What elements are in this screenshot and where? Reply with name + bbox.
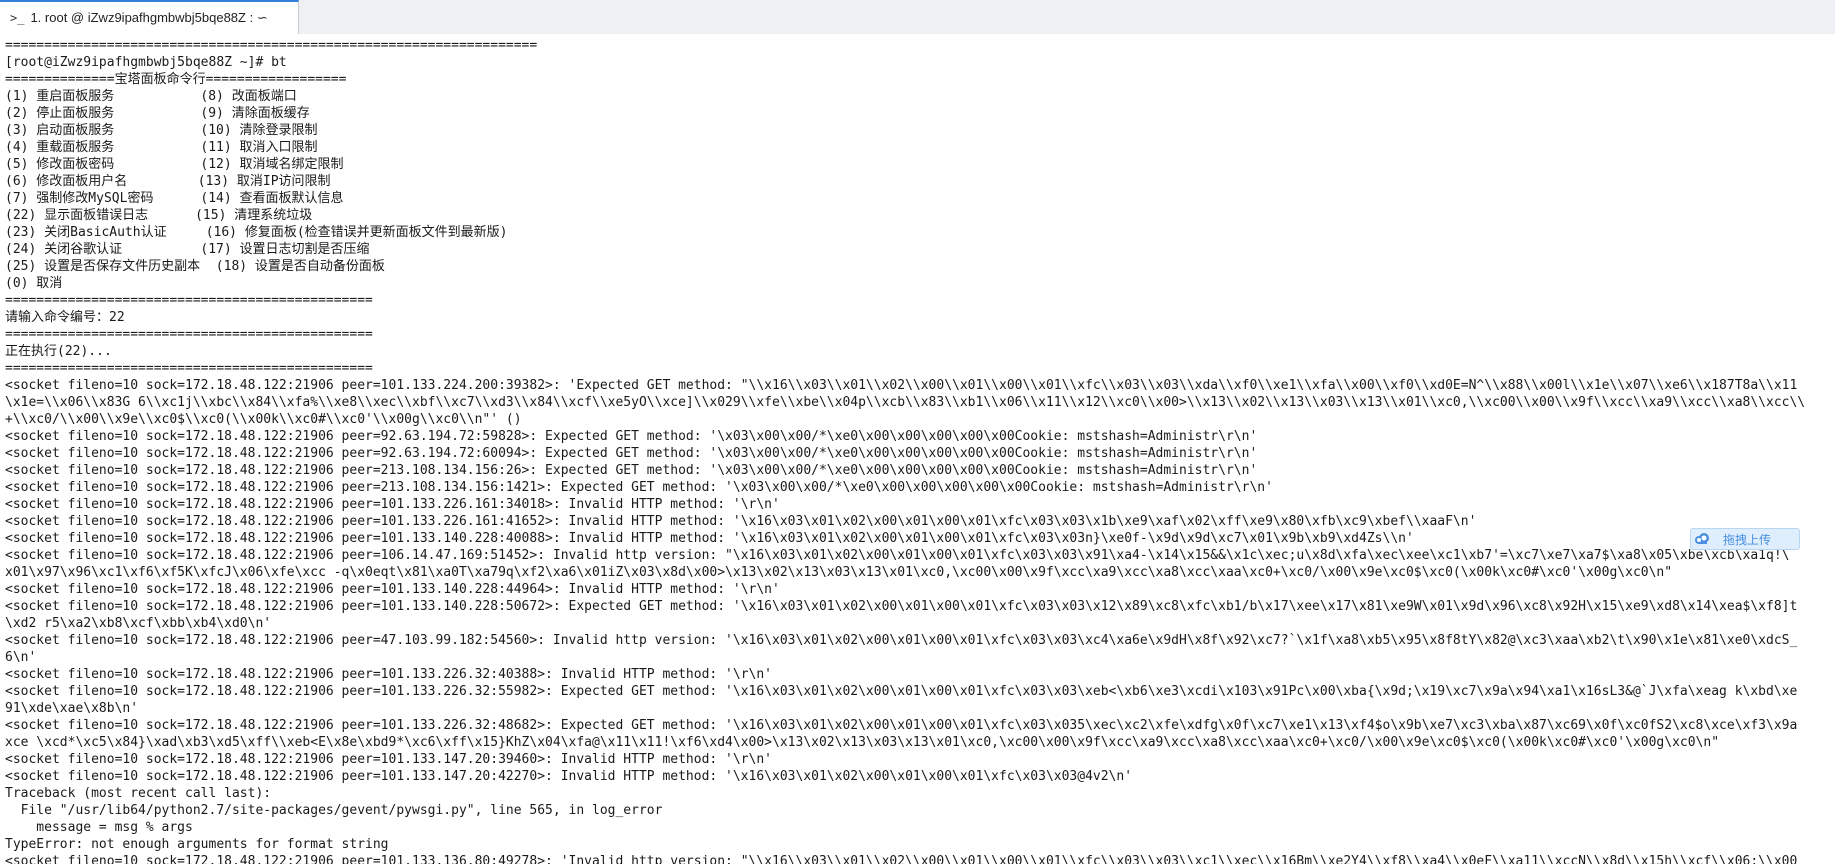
- terminal-line: <socket fileno=10 sock=172.18.48.122:219…: [5, 480, 1273, 495]
- terminal-line: \x1e=\\x06\\x83G 6\\xc1j\\xbc\\x84\\xfa%…: [5, 395, 1806, 410]
- terminal-line: (23) 关闭BasicAuth认证 (16) 修复面板(检查错误并更新面板文件…: [5, 225, 508, 240]
- terminal-line: ========================================…: [5, 361, 373, 376]
- terminal-line: ==============宝塔面板命令行==================: [5, 72, 347, 87]
- terminal-line: ========================================…: [5, 293, 373, 308]
- terminal-line: (2) 停止面板服务 (9) 清除面板缓存: [5, 106, 310, 121]
- terminal-line: <socket fileno=10 sock=172.18.48.122:219…: [5, 548, 1790, 563]
- terminal-line: <socket fileno=10 sock=172.18.48.122:219…: [5, 769, 1133, 784]
- terminal-line: 91\xde\xae\x8b\n': [5, 701, 139, 716]
- terminal-line: (22) 显示面板错误日志 (15) 清理系统垃圾: [5, 208, 313, 223]
- terminal-line: [root@iZwz9ipafhgmbwbj5bqe88Z ~]# bt: [5, 55, 287, 70]
- terminal-line: (4) 重载面板服务 (11) 取消入口限制: [5, 140, 318, 155]
- terminal-line: TypeError: not enough arguments for form…: [5, 837, 389, 852]
- terminal-line: <socket fileno=10 sock=172.18.48.122:219…: [5, 429, 1258, 444]
- terminal-line: <socket fileno=10 sock=172.18.48.122:219…: [5, 684, 1798, 699]
- upload-label: 拖拽上传: [1723, 532, 1772, 547]
- terminal-line: \xd2 r5\xa2\xb8\xcf\xbb\xb4\xd0\n': [5, 616, 272, 631]
- terminal-line: <socket fileno=10 sock=172.18.48.122:219…: [5, 752, 773, 767]
- terminal-line: <socket fileno=10 sock=172.18.48.122:219…: [5, 633, 1798, 648]
- terminal-line: ========================================…: [5, 38, 538, 53]
- terminal-line: <socket fileno=10 sock=172.18.48.122:219…: [5, 582, 780, 597]
- cloud-upload-icon: [1691, 529, 1713, 549]
- terminal-line: <socket fileno=10 sock=172.18.48.122:219…: [5, 514, 1477, 529]
- terminal-line: 请输入命令编号：22: [5, 310, 125, 325]
- tab-bar: >_ 1. root @ iZwz9ipafhgmbwbj5bqe88Z : ∽: [0, 0, 1835, 35]
- tab-label: 1. root @ iZwz9ipafhgmbwbj5bqe88Z : ∽: [30, 10, 268, 25]
- terminal-line: <socket fileno=10 sock=172.18.48.122:219…: [5, 463, 1258, 478]
- terminal-line: Traceback (most recent call last):: [5, 786, 272, 801]
- terminal-prompt-icon: >_: [10, 11, 25, 25]
- terminal-line: ========================================…: [5, 327, 373, 342]
- terminal-line: x01\x97\x96\xc1\xf6\xf5K\xfcJ\x06\xfe\xc…: [5, 565, 1673, 580]
- terminal-line: 正在执行(22)...: [5, 344, 112, 359]
- tab-session[interactable]: >_ 1. root @ iZwz9ipafhgmbwbj5bqe88Z : ∽: [0, 0, 299, 34]
- terminal-line: <socket fileno=10 sock=172.18.48.122:219…: [5, 854, 1798, 864]
- upload-widget[interactable]: 拖拽上传: [1690, 528, 1800, 550]
- terminal-line: (0) 取消: [5, 276, 63, 291]
- terminal-line: (5) 修改面板密码 (12) 取消域名绑定限制: [5, 157, 344, 172]
- terminal-line: message = msg % args: [5, 820, 193, 835]
- terminal-line: (1) 重启面板服务 (8) 改面板端口: [5, 89, 297, 104]
- terminal-line: <socket fileno=10 sock=172.18.48.122:219…: [5, 497, 780, 512]
- terminal-line: <socket fileno=10 sock=172.18.48.122:219…: [5, 718, 1798, 733]
- terminal-line: +\\xc0/\\x00\\x9e\\xc0$\\xc0(\\x00k\\xc0…: [5, 412, 522, 427]
- terminal-line: (3) 启动面板服务 (10) 清除登录限制: [5, 123, 318, 138]
- terminal-line: <socket fileno=10 sock=172.18.48.122:219…: [5, 446, 1258, 461]
- terminal-output[interactable]: ========================================…: [0, 34, 1835, 864]
- terminal-line: 6\n': [5, 650, 37, 665]
- terminal-line: <socket fileno=10 sock=172.18.48.122:219…: [5, 667, 773, 682]
- terminal-line: <socket fileno=10 sock=172.18.48.122:219…: [5, 531, 1414, 546]
- terminal-line: <socket fileno=10 sock=172.18.48.122:219…: [5, 378, 1798, 393]
- terminal-line: (24) 关闭谷歌认证 (17) 设置日志切割是否压缩: [5, 242, 370, 257]
- terminal-line: (6) 修改面板用户名 (13) 取消IP访问限制: [5, 174, 331, 189]
- terminal-line: (25) 设置是否保存文件历史副本 (18) 设置是否自动备份面板: [5, 259, 385, 274]
- terminal-line: xce \xcd*\xc5\x84}\xad\xb3\xd5\xff\\xeb<…: [5, 735, 1720, 750]
- terminal-line: File "/usr/lib64/python2.7/site-packages…: [5, 803, 663, 818]
- terminal-line: <socket fileno=10 sock=172.18.48.122:219…: [5, 599, 1798, 614]
- terminal-line: (7) 强制修改MySQL密码 (14) 查看面板默认信息: [5, 191, 344, 206]
